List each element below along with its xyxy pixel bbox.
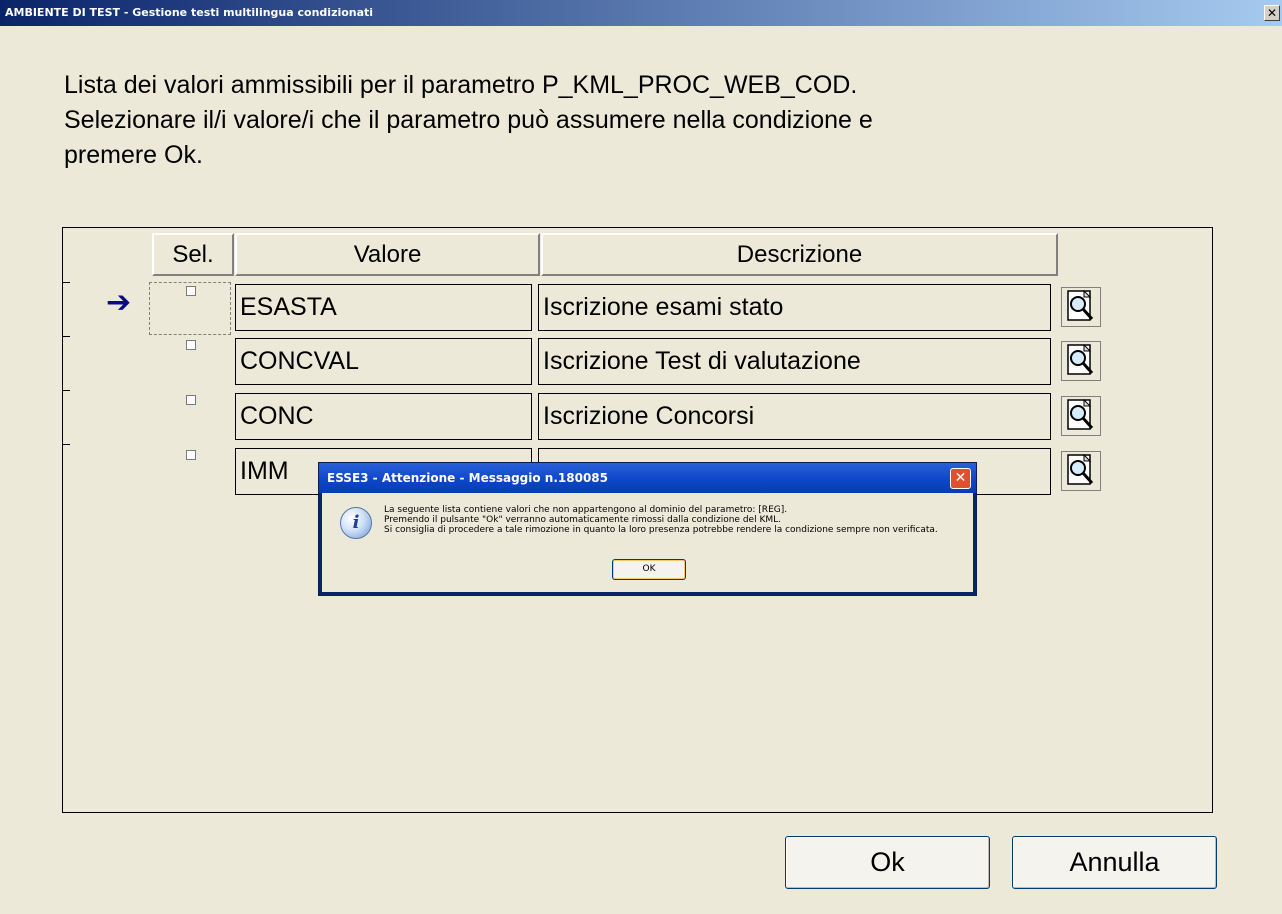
window-close-button[interactable]: ✕ — [1264, 5, 1280, 21]
zoom-detail-icon[interactable] — [1061, 287, 1101, 327]
dialog-body: i La seguente lista contiene valori che … — [322, 493, 973, 592]
instructions-line-2: Selezionare il/i valore/i che il paramet… — [64, 106, 873, 134]
row-select-checkbox[interactable] — [186, 286, 196, 296]
zoom-detail-icon[interactable] — [1061, 396, 1101, 436]
dialog-message-line-2: Premendo il pulsante "Ok" verranno autom… — [384, 515, 781, 525]
instructions-text: Lista dei valori ammissibili per il para… — [64, 68, 1184, 173]
instructions-line-3: premere Ok. — [64, 141, 203, 169]
dialog-ok-button[interactable]: OK — [612, 559, 686, 580]
column-header-descrizione[interactable]: Descrizione — [541, 233, 1058, 276]
column-header-sel[interactable]: Sel. — [152, 233, 234, 276]
row-valore[interactable]: CONCVAL — [235, 338, 532, 385]
row-indicator — [62, 282, 70, 283]
dialog-title: ESSE3 - Attenzione - Messaggio n.180085 — [327, 471, 609, 485]
zoom-detail-icon[interactable] — [1061, 341, 1101, 381]
zoom-detail-icon[interactable] — [1061, 451, 1101, 491]
dialog-close-button[interactable]: ✕ — [950, 468, 971, 489]
row-select-checkbox[interactable] — [186, 395, 196, 405]
info-icon: i — [340, 507, 372, 539]
row-indicator — [62, 336, 70, 337]
dialog-message-line-1: La seguente lista contiene valori che no… — [384, 505, 788, 515]
row-descrizione[interactable]: Iscrizione Test di valutazione — [538, 338, 1051, 385]
row-select-checkbox[interactable] — [186, 450, 196, 460]
window-titlebar: AMBIENTE DI TEST - Gestione testi multil… — [0, 0, 1282, 26]
dialog-titlebar: ESSE3 - Attenzione - Messaggio n.180085 … — [319, 463, 976, 493]
dialog-message: La seguente lista contiene valori che no… — [384, 505, 938, 535]
row-select-checkbox[interactable] — [186, 340, 196, 350]
dialog-message-line-3: Si consiglia di procedere a tale rimozio… — [384, 525, 938, 535]
ok-button[interactable]: Ok — [785, 836, 990, 889]
row-descrizione[interactable]: Iscrizione Concorsi — [538, 393, 1051, 440]
row-valore[interactable]: ESASTA — [235, 284, 532, 331]
current-row-arrow-icon: ➔ — [106, 286, 132, 319]
window-title: AMBIENTE DI TEST - Gestione testi multil… — [5, 6, 374, 19]
cancel-button[interactable]: Annulla — [1012, 836, 1217, 889]
row-valore[interactable]: CONC — [235, 393, 532, 440]
instructions-line-1: Lista dei valori ammissibili per il para… — [64, 71, 858, 99]
row-descrizione[interactable]: Iscrizione esami stato — [538, 284, 1051, 331]
row-indicator — [62, 444, 70, 445]
column-header-valore[interactable]: Valore — [235, 233, 540, 276]
row-indicator — [62, 390, 70, 391]
warning-dialog: ESSE3 - Attenzione - Messaggio n.180085 … — [318, 462, 977, 596]
